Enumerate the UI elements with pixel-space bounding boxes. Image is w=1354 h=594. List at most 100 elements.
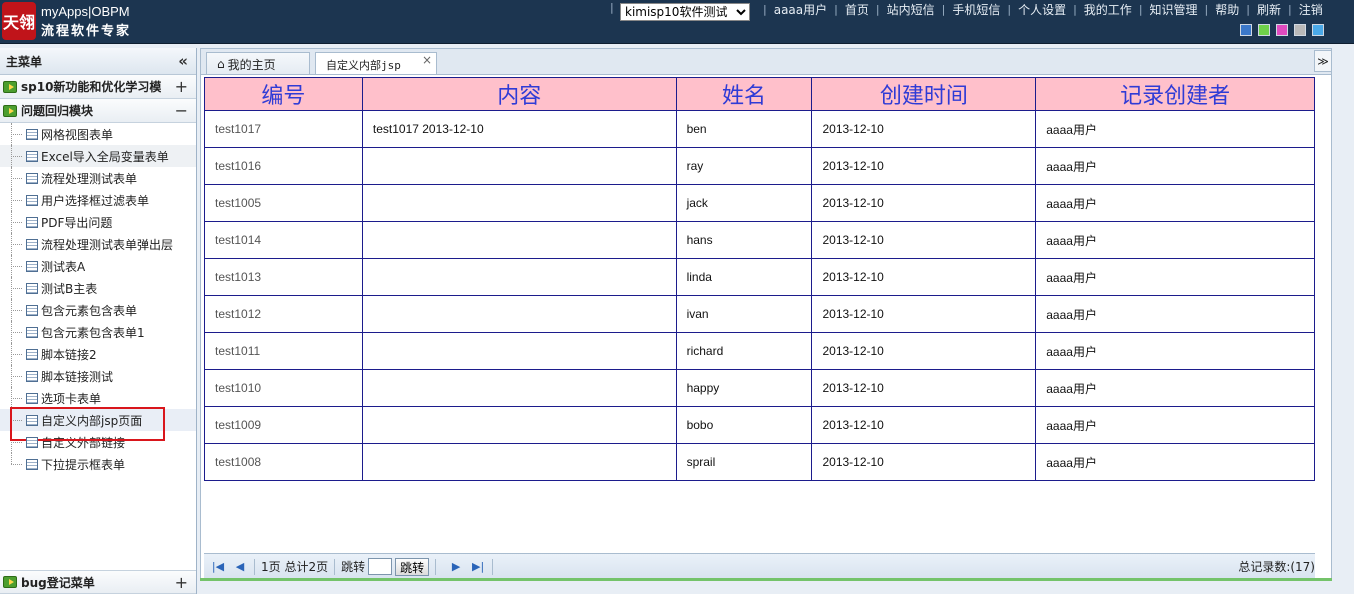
cell-id: test1005 xyxy=(204,184,363,222)
column-header-created-time[interactable]: 创建时间 xyxy=(811,77,1037,111)
collapse-icon[interactable]: « xyxy=(178,52,188,70)
last-page-icon[interactable]: ▶| xyxy=(470,559,486,575)
menu-item-pdf-export[interactable]: PDF导出问题 xyxy=(0,211,196,233)
top-header: 天翎 myApps|OBPM 流程软件专家 kimisp10软件测试 | aaa… xyxy=(0,0,1354,44)
tab-label: 我的主页 xyxy=(227,57,276,72)
nav-refresh[interactable]: 刷新 xyxy=(1257,1,1281,18)
content-bottom-bar xyxy=(200,578,1332,581)
nav-my-work[interactable]: 我的工作 xyxy=(1084,1,1132,18)
tab-home[interactable]: ⌂ 我的主页 xyxy=(206,52,310,75)
nav-help[interactable]: 帮助 xyxy=(1215,1,1239,18)
menu-item-label: PDF导出问题 xyxy=(41,215,113,230)
table-row[interactable]: test1013 linda 2013-12-10 aaaa用户 xyxy=(204,258,1315,296)
cell-created-time: 2013-12-10 xyxy=(811,295,1037,333)
table-row[interactable]: test1017 test1017 2013-12-10 ben 2013-12-10… xyxy=(204,110,1315,148)
menu-item-label: 测试B主表 xyxy=(41,281,98,296)
menu-item-grid-view-form[interactable]: 网格视图表单 xyxy=(0,123,196,145)
collapse-group-icon[interactable]: − xyxy=(175,101,188,120)
nav-separator: | xyxy=(1138,2,1143,16)
cell-id: test1011 xyxy=(204,332,363,370)
menu-item-tab-form[interactable]: 选项卡表单 xyxy=(0,387,196,409)
page-jump-input[interactable] xyxy=(368,558,393,575)
form-icon xyxy=(26,304,38,316)
theme-swatch-pink[interactable] xyxy=(1276,24,1288,36)
theme-swatch-gray[interactable] xyxy=(1294,24,1306,36)
form-icon xyxy=(26,172,38,184)
column-header-content[interactable]: 内容 xyxy=(361,77,677,111)
jump-button[interactable]: 跳转 xyxy=(395,557,430,576)
menu-item-excel-import[interactable]: Excel导入全局变量表单 xyxy=(0,145,196,167)
nav-home[interactable]: 首页 xyxy=(845,1,869,18)
menu-group-bug[interactable]: bug登记菜单 + xyxy=(0,570,196,594)
form-icon xyxy=(26,238,38,250)
theme-swatch-cyan[interactable] xyxy=(1312,24,1324,36)
next-page-icon[interactable]: ▶ xyxy=(448,559,464,575)
table-row[interactable]: test1010 happy 2013-12-10 aaaa用户 xyxy=(204,369,1315,407)
nav-knowledge[interactable]: 知识管理 xyxy=(1150,1,1198,18)
menu-item-dropdown-hint-form[interactable]: 下拉提示框表单 xyxy=(0,453,196,475)
tab-label: 自定义内部jsp xyxy=(326,58,401,72)
menu-item-label: 脚本链接2 xyxy=(41,347,97,362)
cell-creator: aaaa用户 xyxy=(1035,221,1315,259)
logo-icon: 天翎 xyxy=(2,2,36,40)
menu-item-test-b-main[interactable]: 测试B主表 xyxy=(0,277,196,299)
cell-content xyxy=(361,258,677,296)
column-header-id[interactable]: 编号 xyxy=(204,77,363,111)
menu-item-flow-test-form[interactable]: 流程处理测试表单 xyxy=(0,167,196,189)
first-page-icon[interactable]: |◀ xyxy=(210,559,226,575)
nav-user[interactable]: aaaa用户 xyxy=(774,1,827,18)
table-row[interactable]: test1011 richard 2013-12-10 aaaa用户 xyxy=(204,332,1315,370)
tab-menu-icon[interactable]: ≫ xyxy=(1314,50,1332,72)
pager-separator xyxy=(435,558,437,575)
home-icon: ⌂ xyxy=(217,57,225,71)
table-row[interactable]: test1014 hans 2013-12-10 aaaa用户 xyxy=(204,221,1315,259)
menu-item-custom-external-link[interactable]: 自定义外部链接 xyxy=(0,431,196,453)
menu-item-script-link-test[interactable]: 脚本链接测试 xyxy=(0,365,196,387)
form-icon xyxy=(26,216,38,228)
table-row[interactable]: test1005 jack 2013-12-10 aaaa用户 xyxy=(204,184,1315,222)
cell-creator: aaaa用户 xyxy=(1035,443,1315,481)
nav-settings[interactable]: 个人设置 xyxy=(1018,1,1066,18)
theme-switcher xyxy=(1240,24,1324,36)
cell-id: test1017 xyxy=(204,110,363,148)
data-table: 编号 内容 姓名 创建时间 记录创建者 test1017 test1017 201… xyxy=(204,77,1315,481)
theme-swatch-blue[interactable] xyxy=(1240,24,1252,36)
menu-item-label: 选项卡表单 xyxy=(41,391,102,406)
menu-item-flow-popup-form[interactable]: 流程处理测试表单弹出层 xyxy=(0,233,196,255)
menu-tree: 网格视图表单 Excel导入全局变量表单 流程处理测试表单 用户选择框过滤表单 … xyxy=(0,123,196,475)
table-row[interactable]: test1012 ivan 2013-12-10 aaaa用户 xyxy=(204,295,1315,333)
table-row[interactable]: test1009 bobo 2013-12-10 aaaa用户 xyxy=(204,406,1315,444)
menu-group-regression[interactable]: 问题回归模块 − xyxy=(0,99,196,123)
close-icon[interactable]: × xyxy=(422,53,432,67)
table-row[interactable]: test1008 sprail 2013-12-10 aaaa用户 xyxy=(204,443,1315,481)
column-header-creator[interactable]: 记录创建者 xyxy=(1035,77,1315,111)
nav-separator: | xyxy=(1204,2,1209,16)
system-select[interactable]: kimisp10软件测试 xyxy=(620,3,750,21)
menu-item-include-element-form-1[interactable]: 包含元素包含表单1 xyxy=(0,321,196,343)
menu-item-include-element-form[interactable]: 包含元素包含表单 xyxy=(0,299,196,321)
form-icon xyxy=(26,282,38,294)
tab-custom-jsp[interactable]: 自定义内部jsp × xyxy=(315,52,437,76)
menu-item-custom-jsp-page[interactable]: 自定义内部jsp页面 xyxy=(0,409,196,431)
expand-icon[interactable]: + xyxy=(175,77,188,96)
column-header-name[interactable]: 姓名 xyxy=(675,77,813,111)
cell-content xyxy=(361,443,677,481)
form-icon xyxy=(26,348,38,360)
pager: |◀ ◀ 1页 总计2页 跳转 跳转 ▶ ▶| 总记录数:(17) xyxy=(204,553,1315,579)
table-row[interactable]: test1016 ray 2013-12-10 aaaa用户 xyxy=(204,147,1315,185)
tab-bar: ⌂ 我的主页 自定义内部jsp × xyxy=(200,48,1332,76)
nav-logout[interactable]: 注销 xyxy=(1299,1,1323,18)
theme-swatch-green[interactable] xyxy=(1258,24,1270,36)
menu-item-user-filter-form[interactable]: 用户选择框过滤表单 xyxy=(0,189,196,211)
nav-sms[interactable]: 手机短信 xyxy=(952,1,1000,18)
cell-name: linda xyxy=(675,258,813,296)
cell-name: sprail xyxy=(675,443,813,481)
menu-group-sp10[interactable]: sp10新功能和优化学习模 + xyxy=(0,75,196,99)
menu-item-label: 下拉提示框表单 xyxy=(41,457,126,472)
expand-icon[interactable]: + xyxy=(175,573,188,592)
form-icon xyxy=(26,260,38,272)
nav-inbox[interactable]: 站内短信 xyxy=(887,1,935,18)
menu-item-script-link-2[interactable]: 脚本链接2 xyxy=(0,343,196,365)
menu-item-test-table-a[interactable]: 测试表A xyxy=(0,255,196,277)
prev-page-icon[interactable]: ◀ xyxy=(232,559,248,575)
